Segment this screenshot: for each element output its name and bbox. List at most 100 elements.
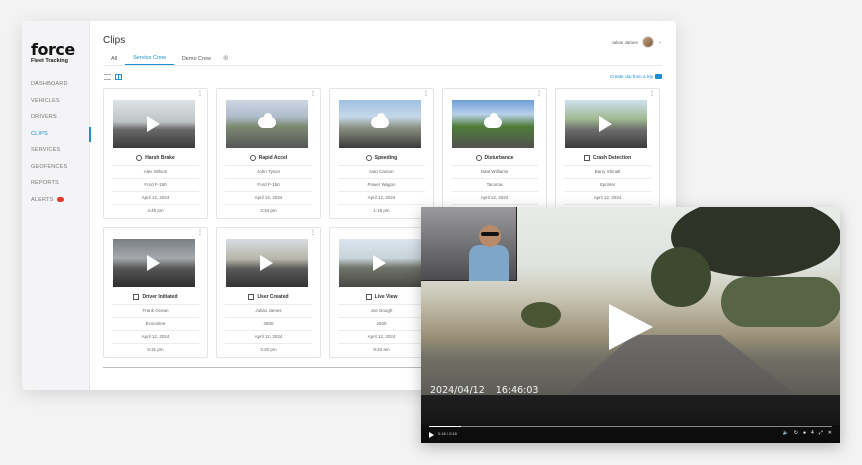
more-options-icon[interactable]: ⋮ xyxy=(197,230,203,236)
add-tab-icon[interactable]: ⊕ xyxy=(219,55,233,65)
driver-face xyxy=(479,225,501,247)
play-icon[interactable] xyxy=(609,304,653,350)
more-options-icon[interactable]: ⋮ xyxy=(310,230,316,236)
camera-icon xyxy=(655,74,662,79)
clip-date: April 12, 2024 xyxy=(338,330,425,343)
clip-card[interactable]: ⋮ Harsh Brake Alex Wilson Ford F-150 Apr… xyxy=(103,88,208,219)
logo-main: force xyxy=(31,40,75,59)
event-label: Live View xyxy=(330,294,433,300)
more-options-icon[interactable]: ⋮ xyxy=(310,91,316,97)
clip-thumbnail[interactable] xyxy=(452,100,534,148)
sidebar-item-drivers[interactable]: DRIVERS xyxy=(22,109,90,126)
play-icon xyxy=(599,116,612,132)
clip-card[interactable]: ⋮ Speeding Ivan Carson Power Wagon April… xyxy=(329,88,434,219)
clip-thumbnail[interactable] xyxy=(113,100,195,148)
clip-date: April 12, 2024 xyxy=(564,191,651,204)
video-timestamp: 2024/04/12 16:46:03 xyxy=(430,385,538,396)
driver-shirt xyxy=(469,245,509,281)
clip-date: April 12, 2024 xyxy=(112,191,199,204)
tab-demo-crew[interactable]: Demo Crew xyxy=(174,56,219,65)
play-icon xyxy=(260,255,273,271)
sidebar-item-clips[interactable]: CLIPS xyxy=(22,126,91,143)
clip-thumbnail[interactable] xyxy=(339,239,421,287)
vehicle-name: Power Wagon xyxy=(338,178,425,191)
timestamp-date: 2024/04/12 xyxy=(430,385,485,396)
progress-bar[interactable] xyxy=(429,426,832,427)
fullscreen-icon[interactable]: ⤢ xyxy=(819,430,823,436)
driver-name: Julian James xyxy=(225,304,312,317)
clip-card[interactable]: ⋮ Disturbance Nate Williams Tacoma April… xyxy=(442,88,547,219)
driver-sunglasses xyxy=(481,232,499,236)
grid-view-icon[interactable] xyxy=(115,74,122,80)
driver-name: John Tyson xyxy=(225,165,312,178)
tree xyxy=(521,302,561,328)
event-type: Disturbance xyxy=(484,155,514,161)
more-options-icon[interactable]: ⋮ xyxy=(197,91,203,97)
clip-card[interactable]: ⋮ Crash Detection Barry Shinall Sprinter… xyxy=(555,88,660,219)
page-title: Clips xyxy=(103,35,126,46)
control-play-icon[interactable] xyxy=(429,432,434,438)
clip-card[interactable]: ⋮ User Created Julian James 2500 April 1… xyxy=(216,227,321,358)
sidebar-item-label: REPORTS xyxy=(31,180,59,187)
event-label: Rapid Accel xyxy=(217,155,320,161)
event-type: Driver Initiated xyxy=(142,294,178,300)
clip-thumbnail[interactable] xyxy=(226,100,308,148)
sidebar-item-geofences[interactable]: GEOFENCES xyxy=(22,159,90,176)
clip-card[interactable]: ⋮ Driver Initiated Frank Ocean Econoline… xyxy=(103,227,208,358)
clip-thumbnail[interactable] xyxy=(339,100,421,148)
cloud-icon xyxy=(371,113,389,128)
more-options-icon[interactable]: ⋮ xyxy=(423,91,429,97)
volume-icon[interactable]: 🔈 xyxy=(783,430,789,436)
sidebar-item-reports[interactable]: REPORTS xyxy=(22,175,90,192)
cloud-icon xyxy=(258,113,276,128)
brake-icon xyxy=(136,155,143,161)
clip-date: April 12, 2024 xyxy=(451,191,538,204)
driver-name: Nate Williams xyxy=(451,165,538,178)
vehicle-name: 2500 xyxy=(338,317,425,330)
event-label: Harsh Brake xyxy=(104,155,207,161)
clip-card[interactable]: ⋮ Live View Joe Dough 2500 April 12, 202… xyxy=(329,227,434,358)
vehicle-name: Ford F-150 xyxy=(225,178,312,191)
more-options-icon[interactable]: ⋮ xyxy=(649,91,655,97)
sidebar-item-services[interactable]: SERVICES xyxy=(22,142,90,159)
clip-thumbnail[interactable] xyxy=(565,100,647,148)
create-clip-link[interactable]: Create clip from a trip xyxy=(610,74,662,79)
video-player[interactable]: 2024/04/12 16:46:03 0:18 / 0:15 🔈 ↻ ● 4 … xyxy=(421,207,840,443)
sidebar-item-alerts[interactable]: ALERTS xyxy=(22,192,90,209)
driver-name: Ivan Carson xyxy=(338,165,425,178)
crew-tabs: All Service Crew Demo Crew ⊕ xyxy=(103,55,233,65)
tab-service-crew[interactable]: Service Crew xyxy=(125,55,174,65)
record-icon[interactable]: ● xyxy=(803,430,806,436)
driver-camera-inset[interactable] xyxy=(421,207,517,281)
sidebar-nav: DASHBOARD VEHICLES DRIVERS CLIPS SERVICE… xyxy=(22,76,91,209)
speedometer-icon xyxy=(365,155,372,161)
speed-icon[interactable]: 4 xyxy=(811,430,814,436)
clip-time: 2:20 pm xyxy=(225,343,312,356)
list-view-icon[interactable] xyxy=(104,74,111,80)
loop-icon[interactable]: ↻ xyxy=(794,430,798,436)
tab-all[interactable]: All xyxy=(103,56,125,65)
clip-card[interactable]: ⋮ Rapid Accel John Tyson Ford F-150 Apri… xyxy=(216,88,321,219)
accel-icon xyxy=(249,155,256,161)
user-menu[interactable]: Julian James ⌄ xyxy=(612,36,662,48)
vehicle-name: Sprinter xyxy=(564,178,651,191)
user-icon xyxy=(248,294,255,300)
play-icon xyxy=(147,116,160,132)
play-icon xyxy=(373,255,386,271)
sidebar-item-dashboard[interactable]: DASHBOARD xyxy=(22,76,90,93)
close-icon[interactable]: ✕ xyxy=(828,430,832,436)
driver-name: Joe Dough xyxy=(338,304,425,317)
clip-time: 3:34 pm xyxy=(225,204,312,217)
sidebar: force Fleet Tracking DASHBOARD VEHICLES … xyxy=(22,21,91,390)
clip-time: 9:40 am xyxy=(338,343,425,356)
clip-date: April 12, 2024 xyxy=(225,330,312,343)
clip-thumbnail[interactable] xyxy=(226,239,308,287)
create-clip-label: Create clip from a trip xyxy=(609,74,653,79)
clip-thumbnail[interactable] xyxy=(113,239,195,287)
sidebar-item-label: DASHBOARD xyxy=(31,81,68,88)
driver-icon xyxy=(133,294,140,300)
clip-time: 1:18 pm xyxy=(338,204,425,217)
vehicle-name: 2500 xyxy=(225,317,312,330)
more-options-icon[interactable]: ⋮ xyxy=(536,91,542,97)
sidebar-item-vehicles[interactable]: VEHICLES xyxy=(22,93,90,110)
